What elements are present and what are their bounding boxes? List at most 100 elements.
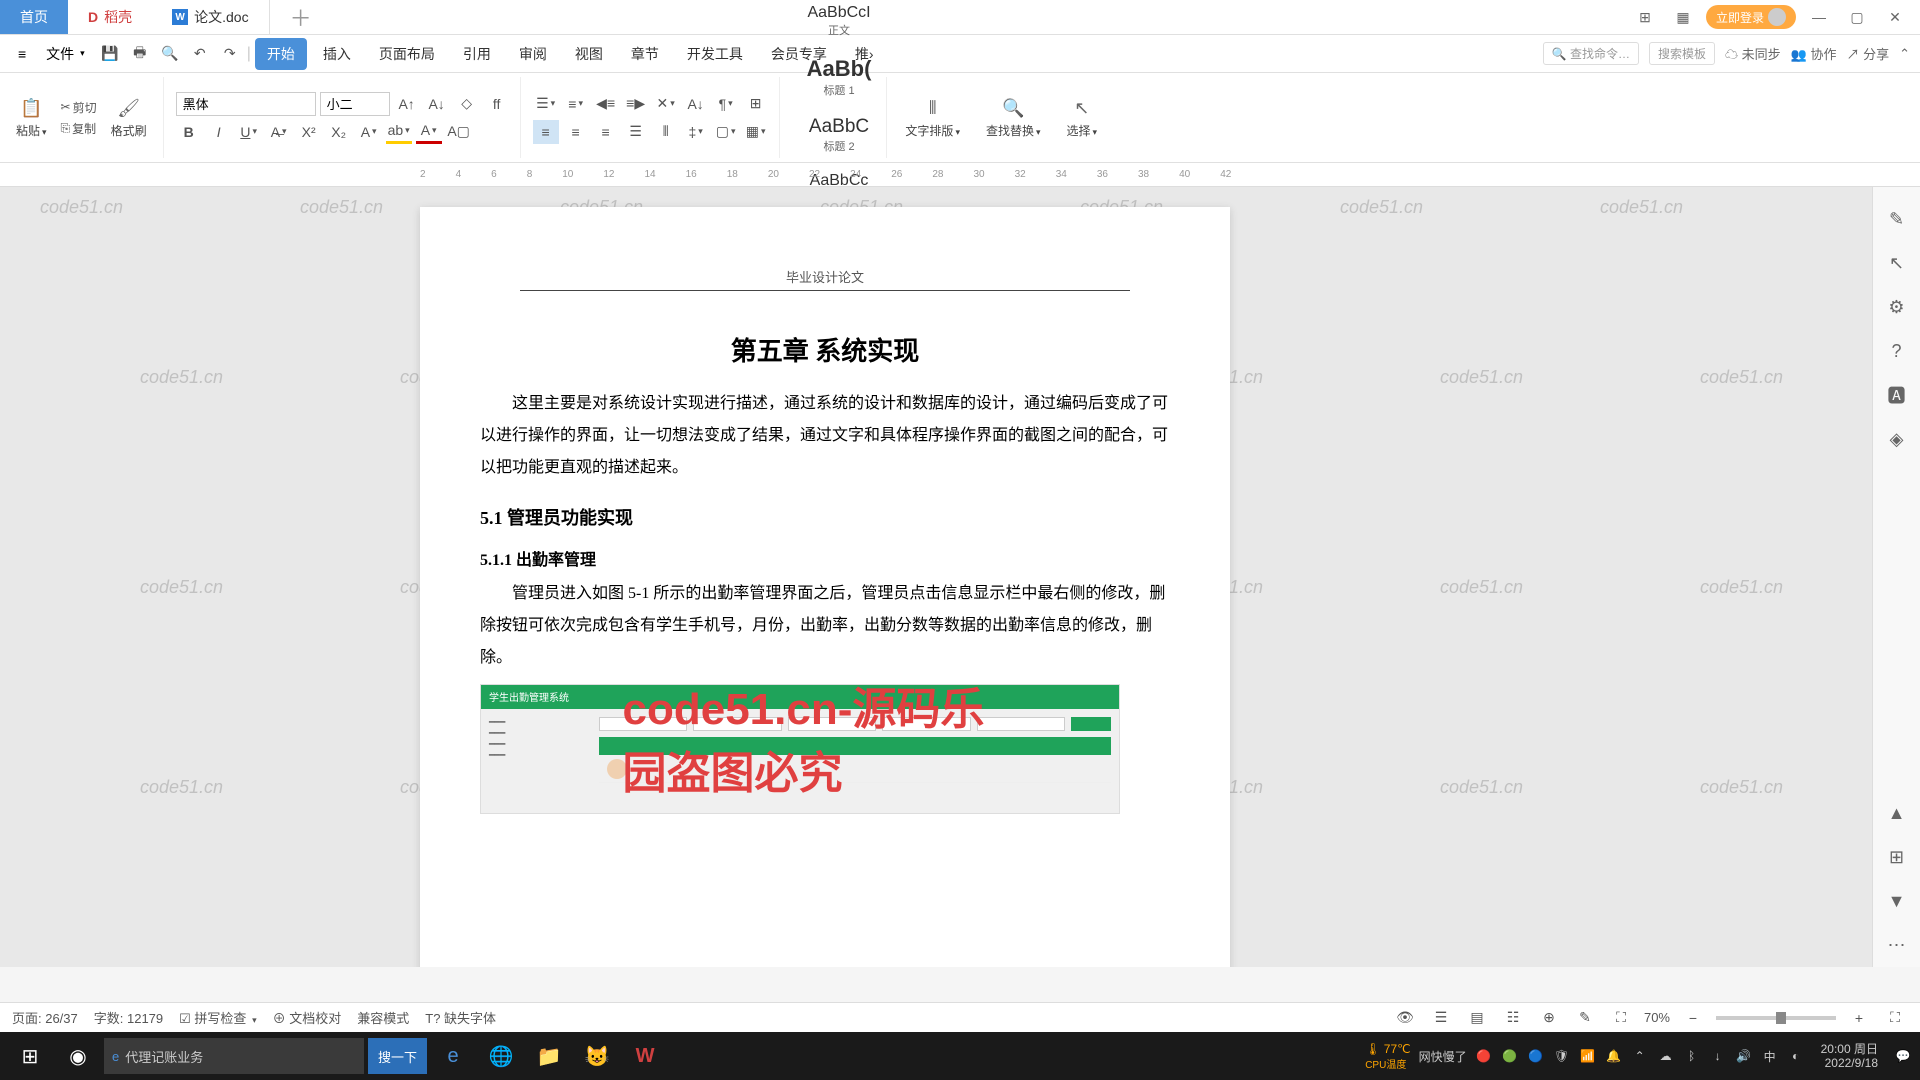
copilot-icon[interactable]: ◉	[56, 1036, 100, 1076]
sort-button[interactable]: A↓	[683, 92, 709, 116]
tray-chevron-icon[interactable]: ⌃	[1631, 1047, 1649, 1065]
more-icon[interactable]: ⋯	[1885, 933, 1909, 957]
sync-status[interactable]: ☁ 未同步	[1725, 44, 1781, 63]
tray-icon[interactable]: 🔴	[1475, 1047, 1493, 1065]
taskbar-search-button[interactable]: 搜一下	[368, 1038, 427, 1074]
fullscreen-icon[interactable]: ⛶	[1882, 1006, 1908, 1030]
preview-icon[interactable]: 🔍	[157, 42, 183, 66]
save-icon[interactable]: 💾	[97, 42, 123, 66]
menu-devtools[interactable]: 开发工具	[675, 38, 755, 70]
diamond-icon[interactable]: ◈	[1885, 427, 1909, 451]
tray-icon[interactable]: ◐	[1787, 1047, 1805, 1065]
file-menu[interactable]: 文件▾	[38, 40, 93, 68]
share-button[interactable]: ↗ 分享	[1846, 44, 1889, 63]
italic-button[interactable]: I	[206, 120, 232, 144]
tray-cloud-icon[interactable]: ☁	[1657, 1047, 1675, 1065]
pen-icon[interactable]: ✎	[1885, 207, 1909, 231]
font-size-select[interactable]	[320, 92, 390, 116]
zoom-grid-icon[interactable]: ⊞	[1885, 845, 1909, 869]
shading-button[interactable]: ▢▾	[713, 120, 739, 144]
menu-references[interactable]: 引用	[451, 38, 503, 70]
proofread-button[interactable]: ⊕ 文档校对	[273, 1008, 342, 1027]
section-heading[interactable]: 5.1 管理员功能实现	[480, 504, 1170, 530]
format-painter-button[interactable]: 🖌格式刷	[105, 92, 153, 143]
tab-new[interactable]: ＋	[270, 0, 332, 34]
body-paragraph[interactable]: 管理员进入如图 5-1 所示的出勤率管理界面之后，管理员点击信息显示栏中最右侧的…	[480, 578, 1170, 674]
char-border-button[interactable]: A▢	[446, 120, 472, 144]
outdent-button[interactable]: ◀≡	[593, 92, 619, 116]
view-page-icon[interactable]: ☰	[1428, 1006, 1454, 1030]
text-effect-button[interactable]: A▾	[356, 120, 382, 144]
spell-check-toggle[interactable]: ☑ 拼写检查 ▾	[179, 1008, 256, 1027]
font-color-button[interactable]: A▾	[416, 120, 442, 144]
asian-layout-button[interactable]: ✕▾	[653, 92, 679, 116]
settings-slider-icon[interactable]: ⚙	[1885, 295, 1909, 319]
start-button[interactable]: ⊞	[8, 1036, 52, 1076]
align-justify-button[interactable]: ☰	[623, 120, 649, 144]
select-button[interactable]: ↖选择▾	[1061, 92, 1104, 143]
translate-icon[interactable]: 🅰	[1885, 383, 1909, 407]
select-cursor-icon[interactable]: ↖	[1885, 251, 1909, 275]
find-replace-button[interactable]: 🔍查找替换▾	[980, 92, 1047, 143]
body-paragraph[interactable]: 这里主要是对系统设计实现进行描述，通过系统的设计和数据库的设计，通过编码后变成了…	[480, 388, 1170, 484]
bullets-button[interactable]: ☰▾	[533, 92, 559, 116]
tray-icon[interactable]: ↓	[1709, 1047, 1727, 1065]
tray-volume-icon[interactable]: 🔊	[1735, 1047, 1753, 1065]
menu-view[interactable]: 视图	[563, 38, 615, 70]
tray-wifi-icon[interactable]: 📶	[1579, 1047, 1597, 1065]
style-heading2[interactable]: AaBbC标题 2	[798, 111, 881, 159]
align-right-button[interactable]: ≡	[593, 120, 619, 144]
ruler[interactable]: 24681012141618202224262830323436384042	[0, 163, 1920, 187]
zoom-percent[interactable]: 70%	[1644, 1010, 1670, 1025]
apps-icon[interactable]: ▦	[1668, 2, 1698, 32]
clear-format-icon[interactable]: ◇	[454, 92, 480, 116]
document-area[interactable]: code51.cn code51.cn code51.cn code51.cn …	[0, 187, 1920, 967]
highlight-button[interactable]: ab▾	[386, 120, 412, 144]
tabs-button[interactable]: ⊞	[743, 92, 769, 116]
menu-chevron-icon[interactable]: ⌃	[1899, 46, 1910, 62]
wps-icon[interactable]: W	[623, 1036, 667, 1076]
style-gallery[interactable]: AaBbCcI正文 AaBb(标题 1 AaBbC标题 2 AaBbCc标题 3…	[792, 77, 888, 158]
menu-insert[interactable]: 插入	[311, 38, 363, 70]
clock[interactable]: 20:00 周日2022/9/18	[1813, 1042, 1886, 1071]
distribute-button[interactable]: ⫴	[653, 120, 679, 144]
tray-bell-icon[interactable]: 🔔	[1605, 1047, 1623, 1065]
numbering-button[interactable]: ≡▾	[563, 92, 589, 116]
cut-button[interactable]: ✂ 剪切	[61, 99, 97, 116]
bold-button[interactable]: B	[176, 120, 202, 144]
eye-icon[interactable]: 👁	[1392, 1006, 1418, 1030]
notifications-icon[interactable]: 💬	[1894, 1047, 1912, 1065]
ime-indicator[interactable]: 中	[1761, 1047, 1779, 1065]
tab-home[interactable]: 首页	[0, 0, 68, 34]
taskbar-search[interactable]: e代理记账业务	[104, 1038, 364, 1074]
line-spacing-button[interactable]: ‡▾	[683, 120, 709, 144]
template-search[interactable]: 搜索模板	[1649, 42, 1715, 65]
superscript-button[interactable]: X²	[296, 120, 322, 144]
paste-button[interactable]: 📋粘贴▾	[10, 92, 53, 143]
phonetic-icon[interactable]: ff	[484, 92, 510, 116]
zoom-in-button[interactable]: +	[1846, 1006, 1872, 1030]
indent-button[interactable]: ≡▶	[623, 92, 649, 116]
subscript-button[interactable]: X₂	[326, 120, 352, 144]
login-button[interactable]: 立即登录	[1706, 5, 1796, 29]
help-icon[interactable]: ?	[1885, 339, 1909, 363]
grow-font-icon[interactable]: A↑	[394, 92, 420, 116]
ie-icon[interactable]: e	[431, 1036, 475, 1076]
hamburger-icon[interactable]: ≡	[10, 42, 34, 66]
strike-button[interactable]: A̶▾	[266, 120, 292, 144]
fit-icon[interactable]: ⛶	[1608, 1006, 1634, 1030]
scroll-up-icon[interactable]: ▲	[1885, 801, 1909, 825]
markup-icon[interactable]: ✎	[1572, 1006, 1598, 1030]
missing-font[interactable]: T? 缺失字体	[425, 1008, 496, 1027]
tab-daoke[interactable]: D稻壳	[68, 0, 152, 34]
style-normal[interactable]: AaBbCcI正文	[798, 0, 881, 43]
grid-icon[interactable]: ⊞	[1630, 2, 1660, 32]
font-name-select[interactable]	[176, 92, 316, 116]
temp-widget[interactable]: 🌡 77℃CPU温度	[1365, 1042, 1410, 1071]
tray-bluetooth-icon[interactable]: ᛒ	[1683, 1047, 1701, 1065]
chrome-icon[interactable]: 🌐	[479, 1036, 523, 1076]
menu-page-layout[interactable]: 页面布局	[367, 38, 447, 70]
maximize-button[interactable]: ▢	[1842, 2, 1872, 32]
view-web-icon[interactable]: ☷	[1500, 1006, 1526, 1030]
coop-button[interactable]: 👥 协作	[1791, 44, 1837, 63]
